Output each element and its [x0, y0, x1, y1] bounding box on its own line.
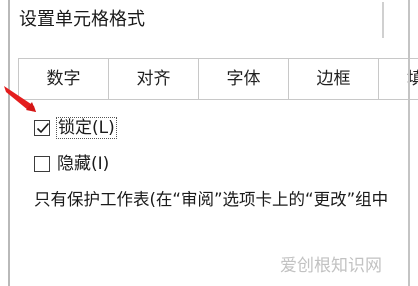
- watermark: 爱创根知识网: [280, 256, 382, 276]
- protection-description: 只有保护工作表(在“审阅”选项卡上的“更改”组中: [34, 190, 389, 209]
- tab-fill[interactable]: 填: [379, 59, 418, 99]
- checkmark-icon: [36, 122, 50, 134]
- hidden-checkbox[interactable]: [34, 156, 50, 172]
- dialog-right-border: [408, 0, 410, 286]
- locked-label[interactable]: 锁定(L): [56, 117, 117, 139]
- red-arrow-icon: [4, 86, 36, 112]
- locked-checkbox[interactable]: [34, 120, 50, 136]
- hidden-label[interactable]: 隐藏(I): [57, 153, 109, 175]
- dialog-left-border: [8, 0, 10, 286]
- format-cells-dialog: 设置单元格格式 数字 对齐 字体 边框 填 锁定(L) 隐藏(I) 只有保护工作…: [0, 0, 418, 286]
- locked-label-text: 锁定(L): [56, 117, 117, 139]
- tab-alignment[interactable]: 对齐: [109, 59, 199, 99]
- tab-border[interactable]: 边框: [289, 59, 379, 99]
- dialog-title: 设置单元格格式: [19, 9, 145, 30]
- title-bar-button-area[interactable]: [382, 2, 408, 38]
- tab-strip: 数字 对齐 字体 边框 填: [18, 58, 418, 100]
- tab-font[interactable]: 字体: [199, 59, 289, 99]
